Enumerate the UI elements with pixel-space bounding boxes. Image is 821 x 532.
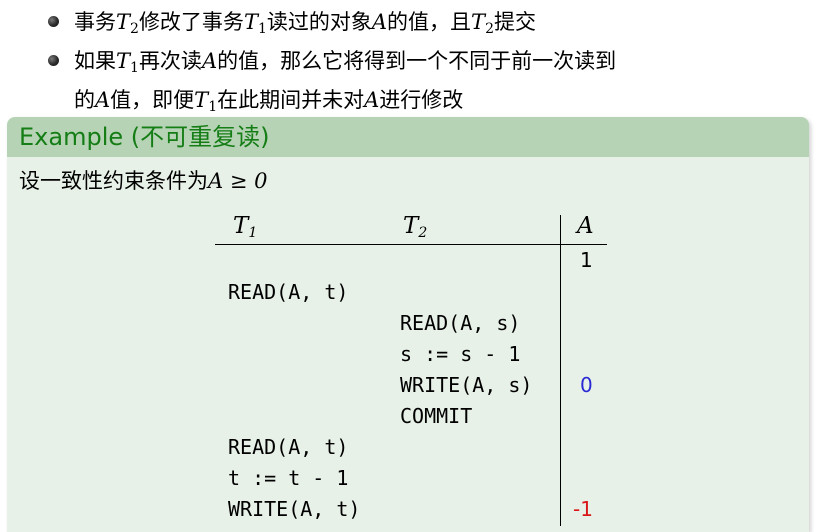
table-cell-t2: COMMIT bbox=[400, 404, 473, 428]
table-cell-t2: READ(A, s) bbox=[400, 311, 521, 335]
header-t2: T2 bbox=[403, 213, 427, 241]
math-var: A bbox=[95, 88, 111, 112]
text: 在此期间并未对 bbox=[217, 88, 365, 112]
table-cell-t1: WRITE(A, t) bbox=[228, 497, 361, 521]
bullet-dot-icon bbox=[48, 55, 59, 66]
math-var: A bbox=[201, 49, 218, 73]
header-t2-var: T bbox=[403, 213, 419, 239]
math-var: A bbox=[371, 10, 388, 34]
math-sub: 2 bbox=[485, 21, 494, 37]
text: 进行修改 bbox=[379, 88, 464, 112]
math-var: T bbox=[116, 10, 131, 34]
math-var: T bbox=[194, 88, 209, 112]
text: 事务 bbox=[74, 10, 116, 34]
text: 如果 bbox=[74, 49, 116, 73]
text: 读过的对象 bbox=[266, 10, 372, 34]
header-t1: T1 bbox=[233, 213, 257, 241]
text: 的值，那么它将得到一个不同于前一次读到 bbox=[217, 49, 617, 73]
header-t1-sub: 1 bbox=[248, 225, 258, 241]
slide-page: 事务T2修改了事务T1读过的对象A的值，且T2提交 如果T1再次读A的值，那么它… bbox=[0, 0, 821, 532]
header-rule bbox=[215, 244, 607, 245]
math-sub: 1 bbox=[208, 99, 218, 115]
bullet-dot-icon bbox=[48, 16, 59, 27]
table-cell-a: 1 bbox=[580, 248, 593, 272]
table-cell-t2: WRITE(A, s) bbox=[400, 373, 533, 397]
math-var: T bbox=[471, 10, 486, 34]
bullet-item-1: 事务T2修改了事务T1读过的对象A的值，且T2提交 bbox=[48, 6, 808, 45]
bullet-item-2: 如果T1再次读A的值，那么它将得到一个不同于前一次读到 的A值，即便T1在此期间… bbox=[48, 45, 808, 123]
math-sub: 1 bbox=[130, 60, 139, 76]
text: 值，即便 bbox=[110, 88, 195, 112]
table-cell-t2: s := s - 1 bbox=[400, 342, 521, 366]
example-block: Example (不可重复读) 设一致性约束条件为A ≥ 0 T1 T2 A 1… bbox=[7, 117, 809, 532]
math-sub: 1 bbox=[257, 21, 267, 37]
schedule-table: T1 T2 A 1 READ(A, t) READ(A, s) s := s -… bbox=[7, 117, 809, 532]
header-t2-sub: 2 bbox=[418, 225, 428, 241]
math-var: A bbox=[364, 88, 380, 112]
bullet-line: 如果T1再次读A的值，那么它将得到一个不同于前一次读到 bbox=[74, 45, 808, 84]
table-cell-a: 0 bbox=[580, 373, 593, 397]
bullet-list: 事务T2修改了事务T1读过的对象A的值，且T2提交 如果T1再次读A的值，那么它… bbox=[48, 6, 808, 123]
math-sub: 2 bbox=[130, 21, 139, 37]
text: 再次读 bbox=[138, 49, 202, 73]
text: 的值，且 bbox=[387, 10, 472, 34]
text: 提交 bbox=[493, 10, 536, 34]
math-var: T bbox=[243, 10, 258, 34]
text: 的 bbox=[74, 88, 95, 112]
table-cell-t1: READ(A, t) bbox=[228, 280, 349, 304]
table-cell-a: -1 bbox=[573, 497, 593, 521]
math-var: T bbox=[116, 49, 131, 73]
header-a: A bbox=[577, 213, 594, 239]
table-cell-t1: t := t - 1 bbox=[228, 466, 349, 490]
header-t1-var: T bbox=[233, 213, 249, 239]
table-cell-t1: READ(A, t) bbox=[228, 435, 349, 459]
column-divider bbox=[560, 215, 561, 526]
text: 修改了事务 bbox=[138, 10, 244, 34]
